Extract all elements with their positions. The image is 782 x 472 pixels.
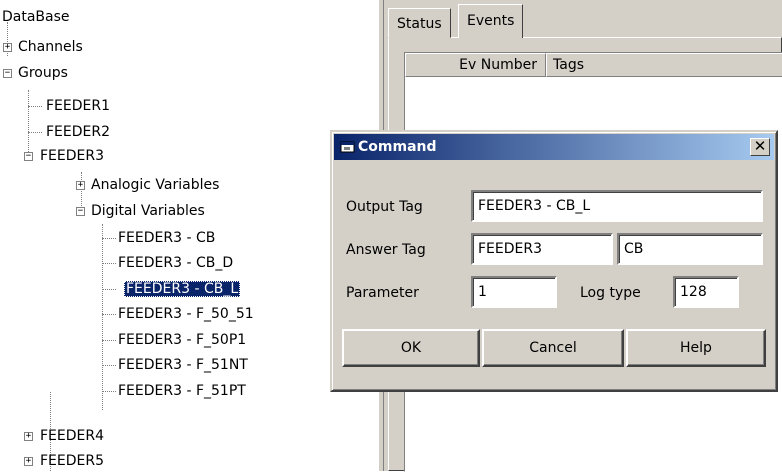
- tree-node-feeder5[interactable]: FEEDER5: [38, 450, 106, 472]
- dialog-title: Command: [358, 139, 437, 155]
- column-header-label: Tags: [553, 57, 584, 73]
- tree-node-label: FEEDER3 - CB_D: [118, 255, 234, 271]
- collapse-minus-icon[interactable]: −: [3, 69, 12, 78]
- parameter-value: 1: [478, 284, 487, 300]
- tree-line: [102, 263, 116, 264]
- tree-node-feeder1[interactable]: FEEDER1: [44, 95, 112, 117]
- answer-tag-label: Answer Tag: [346, 242, 426, 258]
- tree-node-label: DataBase: [2, 9, 70, 25]
- tree-node-digital-item[interactable]: FEEDER3 - F_51NT: [116, 354, 250, 376]
- expand-plus-icon[interactable]: +: [24, 432, 33, 441]
- tree-node-feeder4[interactable]: FEEDER4: [38, 425, 106, 447]
- tree-line: [28, 132, 42, 133]
- help-button[interactable]: Help: [626, 329, 766, 367]
- close-button[interactable]: ✕: [750, 138, 770, 156]
- tree-line: [28, 90, 29, 158]
- column-header-label: Ev Number: [459, 57, 537, 73]
- close-icon: ✕: [753, 137, 767, 155]
- command-dialog: Command ✕ Output Tag FEEDER3 - CB_L Answ…: [330, 130, 778, 392]
- tree-line: [102, 224, 103, 410]
- database-tree[interactable]: DataBase + Channels − Groups FEEDER1 FEE…: [0, 0, 378, 471]
- column-header-tags[interactable]: Tags: [546, 53, 782, 77]
- tree-line: [28, 106, 42, 107]
- tree-node-channels[interactable]: Channels: [16, 36, 85, 58]
- tree-node-digital-variables[interactable]: Digital Variables: [89, 200, 207, 222]
- tree-node-label: Channels: [18, 39, 83, 55]
- tree-line: [102, 289, 116, 290]
- dialog-title-bar[interactable]: Command ✕: [334, 134, 774, 160]
- tree-line: [102, 314, 116, 315]
- tree-node-label-selected: FEEDER3 - CB_L: [124, 281, 241, 297]
- tree-node-analogic-variables[interactable]: Analogic Variables: [89, 174, 221, 196]
- answer-tag-value-2: CB: [624, 241, 644, 257]
- output-tag-value: FEEDER3 - CB_L: [478, 198, 591, 214]
- tree-node-label: FEEDER3 - F_50P1: [118, 332, 247, 348]
- answer-tag-value-1: FEEDER3: [478, 241, 543, 257]
- tab-status[interactable]: Status: [388, 8, 451, 38]
- expand-plus-icon[interactable]: +: [24, 457, 33, 466]
- tab-label: Status: [397, 16, 442, 32]
- tree-node-label: FEEDER3 - CB: [118, 230, 216, 246]
- tree-node-digital-item[interactable]: FEEDER3 - F_50P1: [116, 329, 248, 351]
- cancel-button-label: Cancel: [529, 340, 577, 356]
- expand-plus-icon[interactable]: +: [3, 43, 12, 52]
- help-button-label: Help: [680, 340, 712, 356]
- tab-label: Events: [467, 13, 515, 29]
- tree-node-label: FEEDER1: [46, 98, 111, 114]
- window-app-icon: [340, 141, 355, 153]
- answer-tag-field-2[interactable]: CB: [617, 233, 763, 265]
- tree-node-digital-item[interactable]: FEEDER3 - CB_D: [116, 252, 235, 274]
- collapse-minus-icon[interactable]: −: [76, 207, 85, 216]
- log-type-field[interactable]: 128: [673, 276, 739, 308]
- answer-tag-field-1[interactable]: FEEDER3: [471, 233, 613, 265]
- tree-node-digital-item[interactable]: FEEDER3 - F_51PT: [116, 380, 248, 402]
- parameter-label: Parameter: [346, 285, 419, 301]
- tree-node-label: Analogic Variables: [91, 177, 220, 193]
- tree-node-feeder3[interactable]: FEEDER3: [38, 145, 106, 167]
- tree-node-label: FEEDER2: [46, 124, 111, 140]
- log-type-label: Log type: [580, 285, 641, 301]
- tree-node-label: FEEDER3 - F_51NT: [118, 357, 248, 373]
- tree-line: [102, 391, 116, 392]
- tree-node-label: FEEDER5: [40, 453, 105, 469]
- tab-events[interactable]: Events: [458, 4, 524, 38]
- tree-node-database[interactable]: DataBase: [0, 6, 72, 28]
- tree-node-digital-item-selected[interactable]: FEEDER3 - CB_L: [124, 278, 241, 300]
- expand-plus-icon[interactable]: +: [76, 181, 85, 190]
- output-tag-field[interactable]: FEEDER3 - CB_L: [471, 190, 763, 222]
- column-header-ev-number[interactable]: Ev Number: [405, 53, 546, 77]
- tree-node-digital-item[interactable]: FEEDER3 - F_50_51: [116, 303, 256, 325]
- tree-line: [102, 238, 116, 239]
- ok-button[interactable]: OK: [342, 329, 480, 367]
- tree-node-label: FEEDER3 - F_50_51: [118, 306, 254, 322]
- tree-node-feeder2[interactable]: FEEDER2: [44, 121, 112, 143]
- tree-line: [102, 340, 116, 341]
- tree-node-label: FEEDER3: [40, 148, 105, 164]
- tree-line: [102, 365, 116, 366]
- tree-node-label: Digital Variables: [91, 203, 205, 219]
- collapse-minus-icon[interactable]: −: [24, 152, 33, 161]
- tree-node-label: Groups: [18, 65, 68, 81]
- cancel-button[interactable]: Cancel: [482, 329, 624, 367]
- tree-node-label: FEEDER3 - F_51PT: [118, 383, 246, 399]
- ok-button-label: OK: [400, 340, 422, 356]
- tree-node-digital-item[interactable]: FEEDER3 - CB: [116, 227, 217, 249]
- output-tag-label: Output Tag: [346, 199, 423, 215]
- tree-node-groups[interactable]: Groups: [16, 62, 70, 84]
- log-type-value: 128: [680, 284, 707, 300]
- parameter-field[interactable]: 1: [471, 276, 557, 308]
- tree-node-label: FEEDER4: [40, 428, 105, 444]
